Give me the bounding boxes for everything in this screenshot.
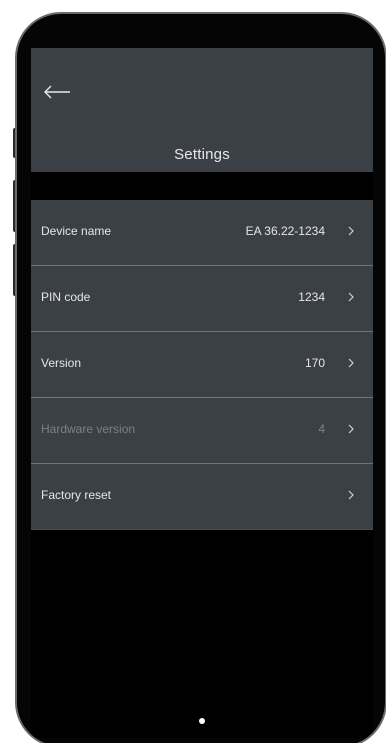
page-title: Settings [174, 146, 230, 163]
settings-item-value: 170 [304, 356, 325, 370]
settings-item-version[interactable]: Version 170 [31, 332, 373, 398]
settings-item-label: Version [41, 356, 82, 370]
chevron-right-icon [348, 292, 354, 302]
chevron-right-icon [348, 424, 354, 434]
settings-item-label: PIN code [41, 290, 91, 304]
device-mockup: Settings Device name EA 36.22-1234 PIN c… [0, 0, 386, 743]
app-header: Settings [31, 48, 373, 172]
settings-item-label: Hardware version [41, 422, 136, 436]
settings-item-pin-code[interactable]: PIN code 1234 [31, 266, 373, 332]
chevron-right-icon [348, 490, 354, 500]
home-indicator[interactable] [199, 718, 205, 724]
app-screen: Settings Device name EA 36.22-1234 PIN c… [31, 48, 373, 738]
chevron-right-icon [348, 358, 354, 368]
settings-item-label: Factory reset [41, 488, 112, 502]
arrow-left-icon[interactable] [41, 82, 73, 102]
settings-item-value: 4 [318, 422, 325, 436]
settings-item-label: Device name [41, 224, 112, 238]
settings-item-device-name[interactable]: Device name EA 36.22-1234 [31, 200, 373, 266]
settings-item-hardware-version: Hardware version 4 [31, 398, 373, 464]
chevron-right-icon [348, 226, 354, 236]
phone-frame: Settings Device name EA 36.22-1234 PIN c… [15, 12, 386, 743]
settings-item-factory-reset[interactable]: Factory reset [31, 464, 373, 530]
settings-item-value: EA 36.22-1234 [245, 224, 325, 238]
settings-item-value: 1234 [298, 290, 325, 304]
settings-list: Device name EA 36.22-1234 PIN code 1234 … [31, 200, 373, 530]
